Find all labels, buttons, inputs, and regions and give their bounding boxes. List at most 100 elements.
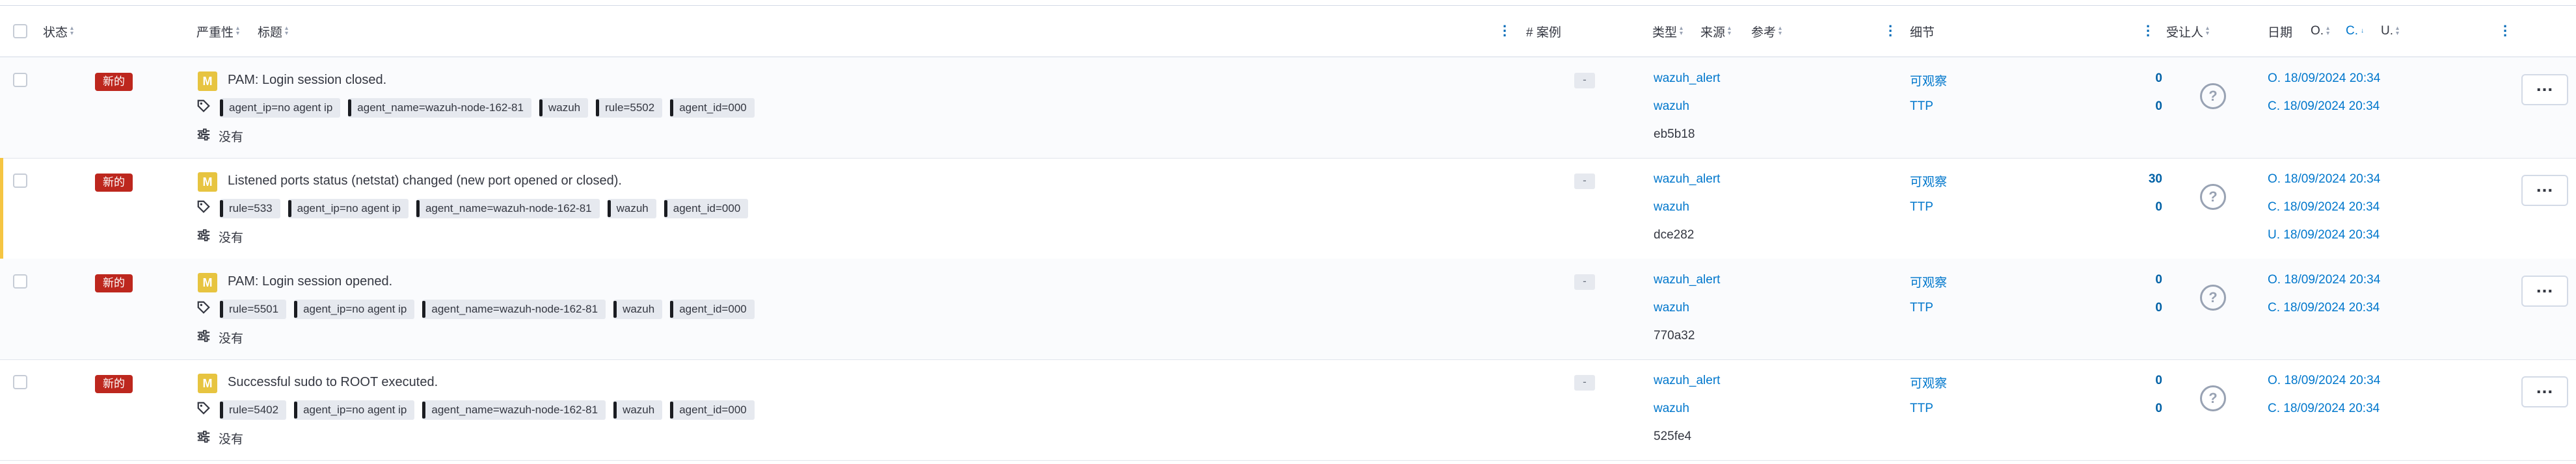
tag-chip[interactable]: agent_id=000 xyxy=(670,98,755,118)
ttp-count[interactable]: 0 xyxy=(2123,200,2162,214)
tag-chip[interactable]: agent_name=wazuh-node-162-81 xyxy=(348,98,531,118)
tag-chip[interactable]: agent_id=000 xyxy=(670,300,755,319)
select-all-checkbox[interactable] xyxy=(13,6,27,57)
row-highlight-bar xyxy=(0,158,3,259)
unassigned-user-icon[interactable]: ? xyxy=(2200,285,2226,311)
sort-date-opened[interactable]: O. ▴ ▾ xyxy=(2311,6,2333,57)
alert-source-link[interactable]: wazuh xyxy=(1654,301,1689,315)
table-row[interactable]: 新的 M PAM: Login session closed. agent_ip… xyxy=(0,57,2576,159)
status-badge: 新的 xyxy=(95,375,133,393)
ttp-link[interactable]: TTP xyxy=(1910,301,1933,315)
tag-chip[interactable]: agent_ip=no agent ip xyxy=(294,400,415,420)
tag-chip[interactable]: agent_name=wazuh-node-162-81 xyxy=(416,199,600,218)
ttp-link[interactable]: TTP xyxy=(1910,402,1933,416)
column-cases[interactable]: # 案例 xyxy=(1526,6,1561,57)
tag-chip[interactable]: agent_name=wazuh-node-162-81 xyxy=(422,300,606,319)
row-checkbox[interactable] xyxy=(13,73,27,87)
alert-type-link[interactable]: wazuh_alert xyxy=(1654,273,1720,287)
observables-link[interactable]: 可观察 xyxy=(1910,374,1947,391)
date-created: C. 18/09/2024 20:34 xyxy=(2268,200,2380,214)
custom-fields-icon xyxy=(196,127,211,146)
sort-icon: ▴ ▾ xyxy=(2206,25,2210,37)
column-type[interactable]: 类型 ▴ ▾ xyxy=(1652,6,1686,57)
column-source[interactable]: 来源 ▴ ▾ xyxy=(1700,6,1734,57)
tag-chip[interactable]: agent_id=000 xyxy=(664,199,749,218)
ttp-link[interactable]: TTP xyxy=(1910,200,1933,214)
cases-count: - xyxy=(1574,274,1595,290)
table-header: 状态 ▴ ▾ 严重性 ▴ ▾ 标题 ▴ ▾ · · · # 案例 类型 ▴ ▾ 来源 ▴ ▾ … xyxy=(0,5,2576,58)
ttp-link[interactable]: TTP xyxy=(1910,99,1933,114)
observables-count[interactable]: 0 xyxy=(2123,273,2162,287)
alert-type-link[interactable]: wazuh_alert xyxy=(1654,374,1720,388)
sort-date-updated[interactable]: U. ▴ ▾ xyxy=(2381,6,2402,57)
column-status[interactable]: 状态 ▴ ▾ xyxy=(43,6,77,57)
observables-link[interactable]: 可观察 xyxy=(1910,71,1947,89)
alert-source-link[interactable]: wazuh xyxy=(1654,99,1689,114)
table-row[interactable]: 新的 M Successful sudo to ROOT executed. r… xyxy=(0,359,2576,461)
tag-chip[interactable]: agent_ip=no agent ip xyxy=(288,199,409,218)
tag-chip[interactable]: wazuh xyxy=(613,300,663,319)
alert-type-link[interactable]: wazuh_alert xyxy=(1654,172,1720,187)
tag-chip[interactable]: wazuh xyxy=(613,400,663,420)
observables-count[interactable]: 30 xyxy=(2123,172,2162,187)
column-assignee[interactable]: 受让人 ▴ ▾ xyxy=(2166,6,2212,57)
alert-source-link[interactable]: wazuh xyxy=(1654,200,1689,214)
tag-chip[interactable]: agent_ip=no agent ip xyxy=(294,300,415,319)
row-actions-button[interactable]: ... xyxy=(2521,376,2568,407)
tag-chip[interactable]: agent_name=wazuh-node-162-81 xyxy=(422,400,606,420)
observables-link[interactable]: 可观察 xyxy=(1910,172,1947,190)
custom-fields-icon xyxy=(196,430,211,448)
observables-link[interactable]: 可观察 xyxy=(1910,273,1947,290)
severity-badge: M xyxy=(198,374,217,393)
tag-chip[interactable]: rule=5501 xyxy=(220,300,287,319)
column-title[interactable]: 标题 ▴ ▾ xyxy=(258,6,291,57)
more-icon: ... xyxy=(2536,175,2554,196)
alert-type-link[interactable]: wazuh_alert xyxy=(1654,71,1720,86)
tag-chip[interactable]: rule=533 xyxy=(220,199,280,218)
cases-count: - xyxy=(1574,73,1595,88)
custom-fields-empty: 没有 xyxy=(219,131,244,144)
sort-date-created[interactable]: C. ↓ xyxy=(2346,6,2367,57)
row-checkbox[interactable] xyxy=(13,174,27,188)
column-menu-icon[interactable]: · · · xyxy=(2503,19,2508,43)
ttp-count[interactable]: 0 xyxy=(2123,99,2162,114)
table-row[interactable]: 新的 M Listened ports status (netstat) cha… xyxy=(0,158,2576,259)
tag-chip[interactable]: rule=5402 xyxy=(220,400,287,420)
alert-title[interactable]: Listened ports status (netstat) changed … xyxy=(228,174,622,188)
row-actions-button[interactable]: ... xyxy=(2521,74,2568,105)
tag-chip[interactable]: wazuh xyxy=(539,98,589,118)
column-date[interactable]: 日期 xyxy=(2268,6,2292,57)
table-row[interactable]: 新的 M PAM: Login session opened. rule=550… xyxy=(0,259,2576,360)
tag-chip[interactable]: wazuh xyxy=(607,199,656,218)
sort-desc-icon: ↓ xyxy=(2361,27,2364,34)
observables-count[interactable]: 0 xyxy=(2123,71,2162,86)
alerts-table: 状态 ▴ ▾ 严重性 ▴ ▾ 标题 ▴ ▾ · · · # 案例 类型 ▴ ▾ 来源 ▴ ▾ … xyxy=(0,5,2576,464)
column-severity[interactable]: 严重性 ▴ ▾ xyxy=(196,6,243,57)
column-menu-icon[interactable]: · · · xyxy=(1888,19,1893,43)
column-menu-icon[interactable]: · · · xyxy=(2146,19,2151,43)
row-actions-button[interactable]: ... xyxy=(2521,175,2568,206)
unassigned-user-icon[interactable]: ? xyxy=(2200,385,2226,411)
unassigned-user-icon[interactable]: ? xyxy=(2200,184,2226,210)
tag-chip[interactable]: agent_ip=no agent ip xyxy=(220,98,341,118)
sort-icon: ▴ ▾ xyxy=(70,25,74,37)
tag-chip[interactable]: agent_id=000 xyxy=(670,400,755,420)
column-menu-icon[interactable]: · · · xyxy=(1503,19,1507,43)
ttp-count[interactable]: 0 xyxy=(2123,301,2162,315)
observables-count[interactable]: 0 xyxy=(2123,374,2162,388)
row-checkbox[interactable] xyxy=(13,274,27,289)
more-icon: ... xyxy=(2536,276,2554,296)
row-actions-button[interactable]: ... xyxy=(2521,276,2568,307)
tag-chip[interactable]: rule=5502 xyxy=(596,98,663,118)
alert-source-link[interactable]: wazuh xyxy=(1654,402,1689,416)
date-opened: O. 18/09/2024 20:34 xyxy=(2268,172,2381,186)
alert-title[interactable]: PAM: Login session closed. xyxy=(228,73,386,88)
unassigned-user-icon[interactable]: ? xyxy=(2200,83,2226,109)
more-icon: ... xyxy=(2536,377,2554,397)
alert-title[interactable]: PAM: Login session opened. xyxy=(228,274,392,289)
row-checkbox[interactable] xyxy=(13,375,27,389)
alert-title[interactable]: Successful sudo to ROOT executed. xyxy=(228,375,438,390)
column-details[interactable]: 细节 xyxy=(1910,6,1935,57)
column-reference[interactable]: 参考 ▴ ▾ xyxy=(1751,6,1785,57)
ttp-count[interactable]: 0 xyxy=(2123,402,2162,416)
